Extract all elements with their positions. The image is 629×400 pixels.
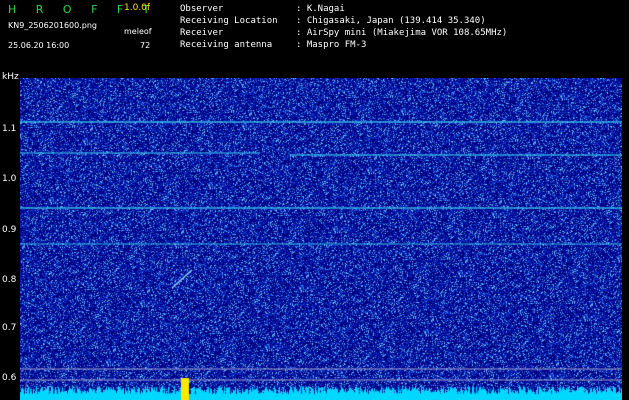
- y-tick-label: 0.9: [2, 225, 17, 235]
- info-labels: Observer Receiving Location Receiver Rec…: [180, 3, 278, 51]
- info-value-observer: : K.Nagai: [296, 4, 345, 14]
- meleor-value: 72: [140, 41, 151, 50]
- info-label-observer: Observer: [180, 4, 224, 14]
- info-values: : K.Nagai : Chigasaki, Japan (139.414 35…: [296, 3, 507, 51]
- y-tick-label: 0.6: [2, 373, 17, 383]
- y-tick-label: 1.0: [2, 174, 17, 184]
- info-label-antenna: Receiving antenna: [180, 40, 273, 50]
- spectrogram: [20, 78, 622, 400]
- meleor-label: meleof: [124, 27, 152, 36]
- y-axis-unit: kHz: [2, 72, 19, 82]
- version-label: 1.0.0f: [124, 3, 151, 13]
- filename-label: KN9_2506201600.png: [8, 21, 97, 30]
- info-label-location: Receiving Location: [180, 16, 278, 26]
- info-value-antenna: : Maspro FM-3: [296, 40, 367, 50]
- info-value-receiver: : AirSpy mini (Miakejima VOR 108.65MHz): [296, 28, 508, 38]
- info-label-receiver: Receiver: [180, 28, 224, 38]
- datetime-label: 25.06.20 16:00: [8, 41, 70, 50]
- y-tick-label: 1.1: [2, 124, 17, 134]
- info-value-location: : Chigasaki, Japan (139.414 35.340): [296, 16, 486, 26]
- y-tick-label: 0.8: [2, 275, 17, 285]
- y-tick-label: 0.7: [2, 323, 17, 333]
